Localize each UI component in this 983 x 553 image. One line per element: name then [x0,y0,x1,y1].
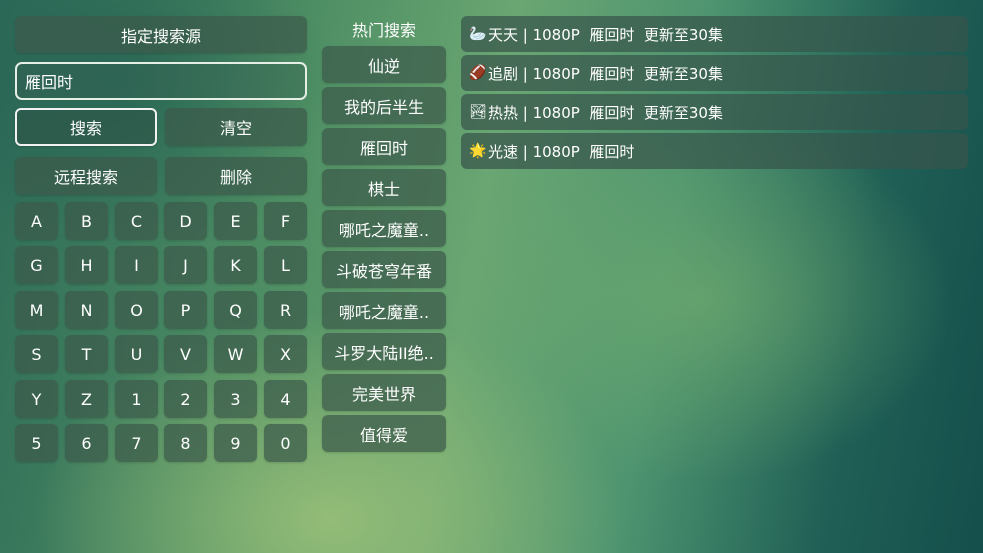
key-0[interactable]: 0 [264,424,307,462]
key-m[interactable]: M [15,291,58,329]
key-3[interactable]: 3 [214,380,257,418]
result-item[interactable]: 🌟 光速 | 1080P 雁回时 [461,133,968,169]
key-z[interactable]: Z [65,380,108,418]
key-i[interactable]: I [115,246,158,284]
key-g[interactable]: G [15,246,58,284]
landscape-icon: 🏞 [469,104,487,120]
key-o[interactable]: O [115,291,158,329]
key-j[interactable]: J [164,246,207,284]
key-y[interactable]: Y [15,380,58,418]
key-w[interactable]: W [214,335,257,373]
swan-icon: 🦢 [469,26,487,42]
hot-search-item[interactable]: 斗破苍穹年番 [322,251,446,288]
key-s[interactable]: S [15,335,58,373]
key-8[interactable]: 8 [164,424,207,462]
result-item[interactable]: 🏈 追剧 | 1080P 雁回时 更新至30集 [461,55,968,91]
search-input[interactable]: 雁回时 [15,62,307,100]
key-l[interactable]: L [264,246,307,284]
clear-button[interactable]: 清空 [165,108,307,146]
key-a[interactable]: A [15,202,58,240]
key-2[interactable]: 2 [164,380,207,418]
key-v[interactable]: V [164,335,207,373]
key-b[interactable]: B [65,202,108,240]
key-u[interactable]: U [115,335,158,373]
result-text: 天天 | 1080P 雁回时 更新至30集 [488,25,723,44]
star-icon: 🌟 [469,143,487,159]
key-x[interactable]: X [264,335,307,373]
key-9[interactable]: 9 [214,424,257,462]
key-n[interactable]: N [65,291,108,329]
hot-search-item[interactable]: 哪吒之魔童.. [322,292,446,329]
result-text: 追剧 | 1080P 雁回时 更新至30集 [488,64,723,83]
result-item[interactable]: 🦢 天天 | 1080P 雁回时 更新至30集 [461,16,968,52]
key-e[interactable]: E [214,202,257,240]
hot-search-item[interactable]: 棋士 [322,169,446,206]
key-k[interactable]: K [214,246,257,284]
key-f[interactable]: F [264,202,307,240]
hot-search-item[interactable]: 完美世界 [322,374,446,411]
hot-search-item[interactable]: 我的后半生 [322,87,446,124]
result-text: 光速 | 1080P 雁回时 [488,142,635,161]
key-7[interactable]: 7 [115,424,158,462]
key-5[interactable]: 5 [15,424,58,462]
key-c[interactable]: C [115,202,158,240]
key-r[interactable]: R [264,291,307,329]
key-t[interactable]: T [65,335,108,373]
result-text: 热热 | 1080P 雁回时 更新至30集 [488,103,723,122]
result-item[interactable]: 🏞 热热 | 1080P 雁回时 更新至30集 [461,94,968,130]
key-1[interactable]: 1 [115,380,158,418]
key-q[interactable]: Q [214,291,257,329]
key-4[interactable]: 4 [264,380,307,418]
remote-search-button[interactable]: 远程搜索 [15,157,157,195]
hot-search-item[interactable]: 值得爱 [322,415,446,452]
football-icon: 🏈 [469,65,487,81]
hot-search-item[interactable]: 斗罗大陆II绝.. [322,333,446,370]
hot-search-item[interactable]: 仙逆 [322,46,446,83]
hot-search-item[interactable]: 雁回时 [322,128,446,165]
hot-search-title: 热门搜索 [351,21,416,40]
delete-button[interactable]: 删除 [165,157,307,195]
search-button[interactable]: 搜索 [15,108,157,146]
key-h[interactable]: H [65,246,108,284]
specify-source-button[interactable]: 指定搜索源 [15,16,307,53]
key-p[interactable]: P [164,291,207,329]
hot-search-item[interactable]: 哪吒之魔童.. [322,210,446,247]
key-6[interactable]: 6 [65,424,108,462]
key-d[interactable]: D [164,202,207,240]
